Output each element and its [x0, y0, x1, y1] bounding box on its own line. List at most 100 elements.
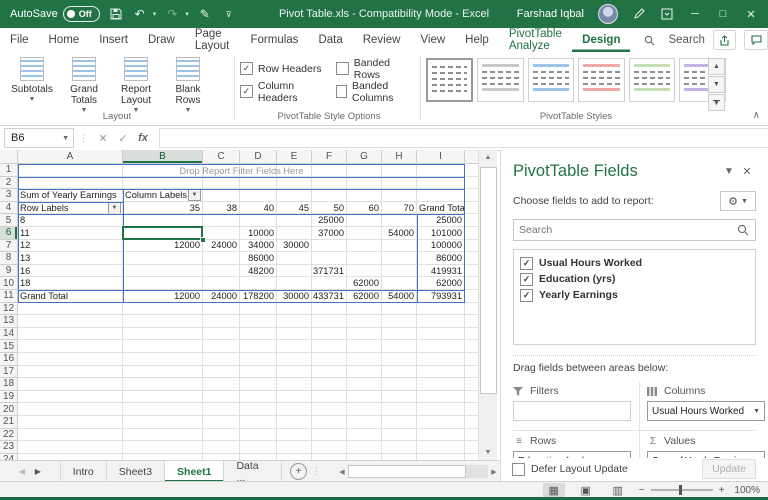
row-header-6[interactable]: 6	[0, 227, 18, 240]
tab-pivottable-analyze[interactable]: PivotTable Analyze	[499, 28, 572, 52]
filters-area-box[interactable]	[513, 401, 631, 421]
grid-cell-D5[interactable]	[240, 214, 277, 227]
grid-cell-F4[interactable]: 50	[312, 202, 347, 215]
enter-icon[interactable]: ✓	[113, 130, 133, 146]
grid-cell-F23[interactable]	[312, 441, 347, 454]
grid-cell-D12[interactable]	[240, 303, 277, 316]
row-header-14[interactable]: 14	[0, 328, 18, 341]
grid-cell-E14[interactable]	[277, 328, 312, 341]
grid-cell-C4[interactable]: 38	[203, 202, 240, 215]
grid-cell-A12[interactable]	[18, 303, 123, 316]
grid-cell-D16[interactable]	[240, 353, 277, 366]
grid-cell-G18[interactable]	[347, 378, 382, 391]
autosave-toggle[interactable]: AutoSave Off	[10, 6, 100, 22]
field-usual-hours-worked[interactable]: ✓Usual Hours Worked	[520, 255, 749, 271]
grid-cell-H9[interactable]	[382, 265, 417, 278]
minimize-icon[interactable]: ─	[688, 7, 702, 21]
customize-qat-icon[interactable]: ⊽	[221, 6, 237, 22]
tab-view[interactable]: View	[410, 28, 455, 52]
grid-cell-I6[interactable]: 101000	[417, 227, 465, 240]
grid-cell-D2[interactable]	[240, 177, 277, 190]
grid-cell-D17[interactable]	[240, 366, 277, 379]
column-header-D[interactable]: D	[240, 150, 277, 164]
column-header-F[interactable]: F	[312, 150, 347, 164]
grid-cell-E17[interactable]	[277, 366, 312, 379]
grid-cell-I3[interactable]	[417, 189, 465, 202]
column-header-I[interactable]: I	[417, 150, 465, 164]
grid-cell-H16[interactable]	[382, 353, 417, 366]
pane-close-icon[interactable]: ✕	[738, 165, 756, 178]
update-button[interactable]: Update	[702, 459, 756, 479]
grid-cell-G1[interactable]	[347, 164, 382, 177]
row-header-2[interactable]: 2	[0, 177, 18, 190]
tab-file[interactable]: File	[0, 28, 39, 52]
grid-cell-A22[interactable]	[18, 429, 123, 442]
grid-cell-G22[interactable]	[347, 429, 382, 442]
grid-cell-H8[interactable]	[382, 252, 417, 265]
grid-cell-I21[interactable]	[417, 416, 465, 429]
vertical-scrollbar[interactable]: ▲ ▼	[478, 150, 497, 460]
collapse-ribbon-icon[interactable]: ∧	[753, 110, 760, 121]
grid-cell-x11[interactable]	[465, 290, 478, 303]
grid-cell-E12[interactable]	[277, 303, 312, 316]
grid-cell-B5[interactable]	[123, 214, 203, 227]
grid-cell-C15[interactable]	[203, 340, 240, 353]
autofilter-dropdown-icon[interactable]: ▼	[108, 202, 121, 214]
grid-cell-G19[interactable]	[347, 391, 382, 404]
grid-cell-A3[interactable]: Sum of Yearly Earnings	[18, 189, 123, 202]
checkbox-row-headers[interactable]: ✓Row Headers	[240, 61, 336, 76]
sheet-nav-right-icon[interactable]: ▶	[30, 467, 46, 476]
undo-icon[interactable]: ↶	[132, 6, 148, 22]
grid-cell-B20[interactable]	[123, 403, 203, 416]
grid-cell-I23[interactable]	[417, 441, 465, 454]
grid-cell-G23[interactable]	[347, 441, 382, 454]
grid-cell-C16[interactable]	[203, 353, 240, 366]
grid-cell-x6[interactable]	[465, 227, 478, 240]
grid-cell-D14[interactable]	[240, 328, 277, 341]
vertical-scroll-thumb[interactable]	[480, 167, 497, 394]
grid-cell-C5[interactable]	[203, 214, 240, 227]
grid-cell-E23[interactable]	[277, 441, 312, 454]
pivot-style-tile[interactable]	[426, 58, 473, 102]
grid-cell-A5[interactable]: 8	[18, 214, 123, 227]
grid-cell-B16[interactable]	[123, 353, 203, 366]
grid-cell-C17[interactable]	[203, 366, 240, 379]
column-header-G[interactable]: G	[347, 150, 382, 164]
grid-cell-E13[interactable]	[277, 315, 312, 328]
grid-cell-H11[interactable]: 54000	[382, 290, 417, 303]
grid-cell-H22[interactable]	[382, 429, 417, 442]
column-header-A[interactable]: A	[18, 150, 123, 164]
grid-cell-A17[interactable]	[18, 366, 123, 379]
grid-cell-F10[interactable]	[312, 277, 347, 290]
column-header-H[interactable]: H	[382, 150, 417, 164]
grid-cell-A6[interactable]: 11	[18, 227, 123, 240]
zoom-thumb[interactable]	[679, 485, 682, 495]
grid-cell-I2[interactable]	[417, 177, 465, 190]
grid-cell-x12[interactable]	[465, 303, 478, 316]
zoom-in-icon[interactable]: +	[719, 485, 725, 496]
normal-view-icon[interactable]: ▦	[543, 483, 565, 498]
grid-cell-x17[interactable]	[465, 366, 478, 379]
grid-cell-I16[interactable]	[417, 353, 465, 366]
grid-cell-G9[interactable]	[347, 265, 382, 278]
grid-cell-x19[interactable]	[465, 391, 478, 404]
grid-cell-D7[interactable]: 34000	[240, 240, 277, 253]
grid-cell-x3[interactable]	[465, 189, 478, 202]
grid-cell-A8[interactable]: 13	[18, 252, 123, 265]
grid-cell-B4[interactable]: 35	[123, 202, 203, 215]
grid-cell-H5[interactable]	[382, 214, 417, 227]
grid-cell-H3[interactable]	[382, 189, 417, 202]
tab-review[interactable]: Review	[353, 28, 411, 52]
grid-cell-A4[interactable]: Row Labels▼	[18, 202, 123, 215]
user-name[interactable]: Farshad Iqbal	[517, 8, 584, 20]
grid-cell-B23[interactable]	[123, 441, 203, 454]
grid-cell-A2[interactable]	[18, 177, 123, 190]
grid-cell-H2[interactable]	[382, 177, 417, 190]
grid-cell-G7[interactable]	[347, 240, 382, 253]
grid-cell-D21[interactable]	[240, 416, 277, 429]
tab-home[interactable]: Home	[39, 28, 90, 52]
grid-cell-B14[interactable]	[123, 328, 203, 341]
tools-button[interactable]: ⚙ ▼	[720, 191, 756, 211]
grid-cell-H17[interactable]	[382, 366, 417, 379]
tab-page-layout[interactable]: Page Layout	[185, 28, 241, 52]
